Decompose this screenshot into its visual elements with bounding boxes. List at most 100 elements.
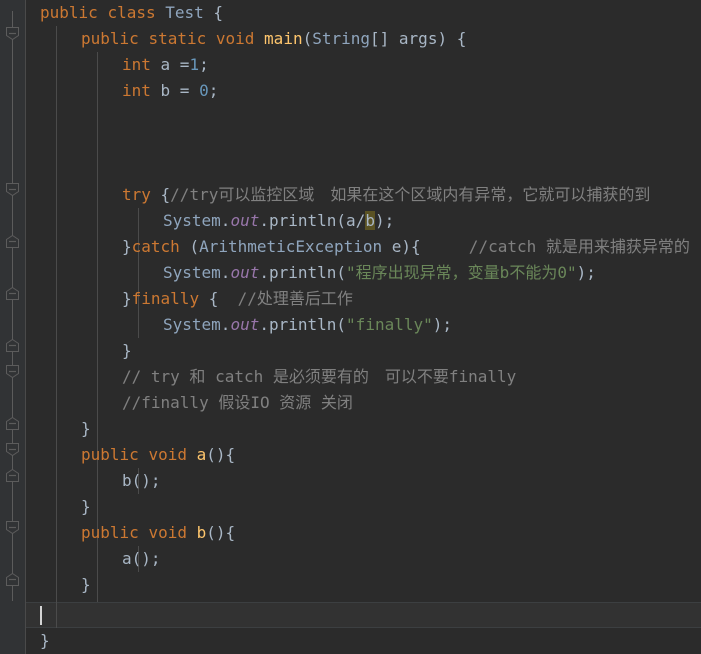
code-token-plain: b = — [160, 81, 200, 100]
code-line[interactable]: System.out.println("程序出现异常，变量b不能为0"); — [163, 260, 596, 286]
code-token-kw: int — [122, 55, 161, 74]
code-token-cls: ArithmeticException — [199, 237, 383, 256]
code-token-plain: } — [122, 341, 132, 360]
code-line[interactable]: } — [122, 338, 132, 364]
fold-expanded-end-icon[interactable] — [5, 416, 20, 431]
code-token-cls: System — [163, 211, 221, 230]
code-token-plain: . — [220, 263, 231, 282]
code-token-plain: { — [213, 3, 224, 22]
code-token-plain: { — [208, 289, 228, 308]
fold-region-spine — [12, 11, 13, 601]
code-text-area[interactable]: public class Test {public static void ma… — [26, 0, 701, 654]
code-line[interactable]: }catch (ArithmeticException e){ //catch … — [122, 234, 690, 260]
code-token-plain: (){ — [206, 445, 236, 464]
code-token-plain: ); — [576, 263, 596, 282]
code-token-kw: void — [215, 29, 265, 48]
code-token-mth: main — [264, 29, 303, 48]
code-token-cls: System — [163, 263, 221, 282]
code-token-plain: .println(a/ — [259, 211, 366, 230]
code-token-kw: static — [148, 29, 216, 48]
code-token-plain: } — [81, 575, 91, 594]
code-line[interactable]: public static void main(String[] args) { — [81, 26, 466, 52]
code-line[interactable]: public void b(){ — [81, 520, 235, 546]
code-token-num: 1 — [189, 55, 200, 74]
code-token-kw: public — [81, 29, 149, 48]
code-line[interactable]: // try 和 catch 是必须要有的 可以不要finally — [122, 364, 516, 390]
code-line[interactable]: //finally 假设IO 资源 关闭 — [122, 390, 353, 416]
fold-expanded-start-icon[interactable] — [5, 364, 20, 379]
code-token-plain: } — [122, 289, 132, 308]
code-token-mth: a — [196, 445, 207, 464]
code-line[interactable]: } — [81, 416, 91, 442]
code-token-plain: { — [160, 185, 171, 204]
code-token-kw: finally — [131, 289, 209, 308]
code-token-fld: out — [230, 211, 260, 230]
fold-expanded-start-icon[interactable] — [5, 520, 20, 535]
code-token-cmt: //try可以监控区域 如果在这个区域内有异常，它就可以捕获的到 — [170, 185, 651, 204]
code-token-hl: b — [365, 211, 375, 230]
code-token-plain: e){ — [382, 237, 421, 256]
code-token-kw: void — [148, 523, 197, 542]
code-token-cmt: //catch 就是用来捕获异常的 — [420, 237, 690, 256]
code-token-plain: a(); — [122, 549, 161, 568]
code-line[interactable]: }finally { //处理善后工作 — [122, 286, 353, 312]
code-token-plain: (){ — [206, 523, 236, 542]
code-line[interactable]: } — [81, 572, 91, 598]
code-line[interactable]: try {//try可以监控区域 如果在这个区域内有异常，它就可以捕获的到 — [122, 182, 650, 208]
code-token-kw: void — [148, 445, 197, 464]
code-token-plain: .println( — [259, 315, 347, 334]
editor-gutter[interactable] — [0, 0, 26, 654]
code-token-cls: Test — [165, 3, 214, 22]
fold-expanded-end-icon[interactable] — [5, 468, 20, 483]
indent-guide — [56, 26, 57, 628]
code-line[interactable]: } — [81, 494, 91, 520]
code-token-kw: public — [81, 523, 149, 542]
code-token-cmt: // try 和 catch 是必须要有的 可以不要finally — [122, 367, 517, 386]
indent-guide — [138, 208, 139, 338]
code-token-plain: a = — [160, 55, 190, 74]
code-token-plain: } — [40, 631, 50, 650]
gutter-separator — [25, 0, 26, 654]
code-token-fld: out — [230, 315, 260, 334]
text-caret — [40, 606, 42, 625]
code-token-kw: try — [122, 185, 161, 204]
code-line[interactable]: System.out.println("finally"); — [163, 312, 452, 338]
code-token-plain: } — [81, 497, 91, 516]
code-token-str: "程序出现异常，变量b不能为0" — [346, 263, 577, 282]
code-token-mth: b — [196, 523, 207, 542]
code-line[interactable]: b(); — [122, 468, 161, 494]
code-token-plain: } — [81, 419, 91, 438]
fold-expanded-end-icon[interactable] — [5, 338, 20, 353]
fold-expanded-end-icon[interactable] — [5, 286, 20, 301]
fold-expanded-start-icon[interactable] — [5, 182, 20, 197]
code-token-plain: .println( — [259, 263, 347, 282]
code-token-kw: public — [81, 445, 149, 464]
fold-expanded-start-icon[interactable] — [5, 442, 20, 457]
code-token-plain: b(); — [122, 471, 161, 490]
code-token-cmt: //finally 假设IO 资源 关闭 — [122, 393, 353, 412]
code-token-plain: ; — [208, 81, 219, 100]
fold-expanded-end-icon[interactable] — [5, 572, 20, 587]
code-token-plain: . — [220, 211, 231, 230]
code-token-num: 0 — [199, 81, 209, 100]
fold-expanded-end-icon[interactable] — [5, 234, 20, 249]
code-token-kw: catch — [131, 237, 190, 256]
code-line[interactable]: public void a(){ — [81, 442, 235, 468]
code-token-kw: int — [122, 81, 161, 100]
code-token-plain: . — [220, 315, 231, 334]
code-token-cls: String — [312, 29, 371, 48]
fold-expanded-start-icon[interactable] — [5, 26, 20, 41]
code-token-plain: } — [122, 237, 132, 256]
code-line[interactable]: int b = 0; — [122, 78, 218, 104]
code-token-kw: class — [107, 3, 166, 22]
code-token-plain: ( — [302, 29, 313, 48]
code-line[interactable]: System.out.println(a/b); — [163, 208, 394, 234]
code-token-str: "finally" — [346, 315, 433, 334]
code-line[interactable]: } — [40, 628, 50, 654]
code-token-plain: ; — [199, 55, 209, 74]
code-line[interactable]: a(); — [122, 546, 161, 572]
code-line[interactable]: public class Test { — [40, 0, 223, 26]
code-token-plain: ); — [432, 315, 453, 334]
code-editor[interactable]: public class Test {public static void ma… — [0, 0, 701, 654]
code-line[interactable]: int a =1; — [122, 52, 209, 78]
